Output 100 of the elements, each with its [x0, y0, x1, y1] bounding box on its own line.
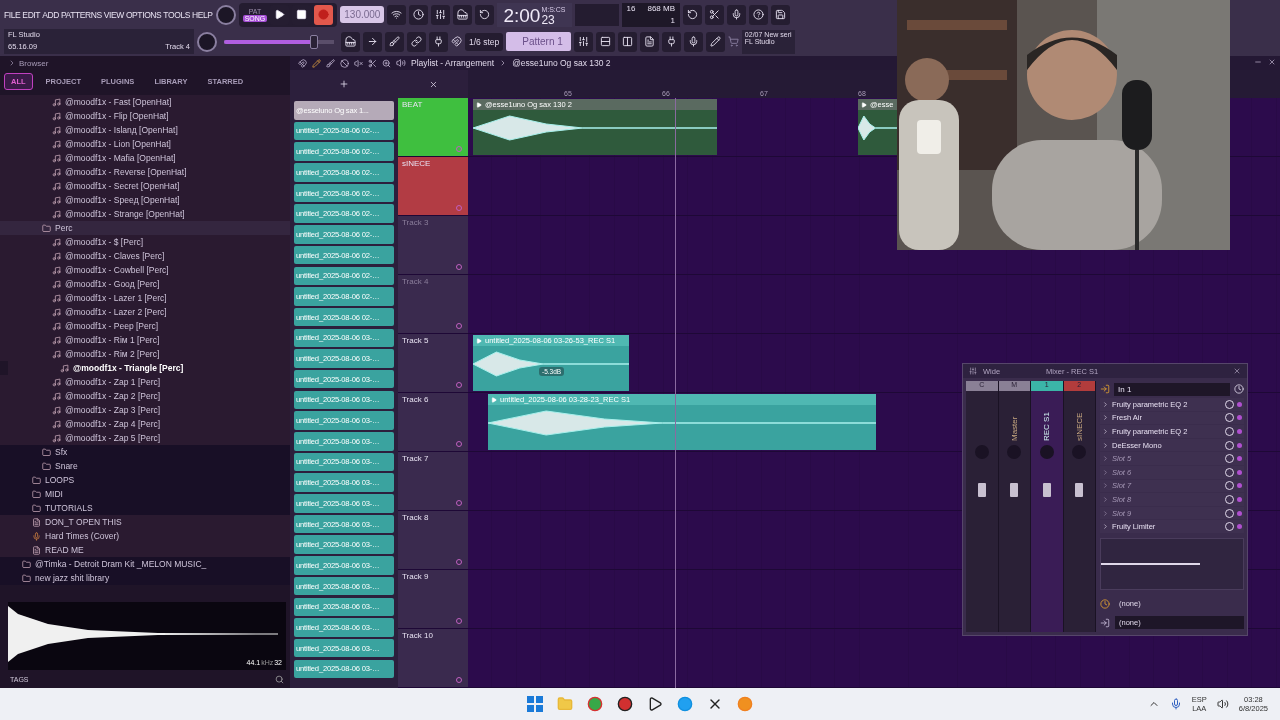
undo-button[interactable]	[683, 4, 702, 25]
toolbar-button[interactable]	[683, 31, 703, 52]
browser-entry[interactable]: @moodf1x - Secret [OpenHat]	[0, 179, 290, 193]
browser-entry[interactable]: @moodf1x - Mafia [OpenHat]	[0, 151, 290, 165]
browser-entry[interactable]: @moodf1x - Lion [OpenHat]	[0, 137, 290, 151]
browser-entry[interactable]: @moodf1x - Strange [OpenHat]	[0, 207, 290, 221]
toolbar-button[interactable]	[639, 31, 659, 52]
toolbar-button[interactable]	[573, 31, 593, 52]
menu-item[interactable]: VIEW	[103, 9, 124, 20]
close-icon[interactable]	[428, 79, 438, 89]
clock-icon[interactable]	[1100, 598, 1110, 609]
toolbar-button[interactable]	[387, 4, 407, 25]
slider-thumb[interactable]	[309, 34, 318, 49]
folder-row[interactable]: @Timka - Detroit Dram Kit _MELON MUSIC_	[0, 557, 290, 571]
cart-icon[interactable]	[727, 36, 739, 47]
folder-row[interactable]: new jazz shit library	[0, 571, 290, 585]
volume-fader[interactable]	[977, 483, 986, 497]
toolbar-button[interactable]	[409, 4, 429, 25]
scissors-icon[interactable]	[368, 58, 377, 68]
toolbar-button[interactable]	[475, 4, 495, 25]
toolbar-button[interactable]	[431, 4, 451, 25]
cut-button[interactable]	[705, 4, 724, 25]
browser-entry[interactable]: Hard Times (Cover)	[0, 529, 290, 543]
slot-dot[interactable]	[1237, 469, 1242, 475]
toolbar-button[interactable]	[407, 31, 426, 52]
toolbar-button[interactable]	[385, 31, 404, 52]
add-icon[interactable]	[339, 79, 349, 89]
browser-entry[interactable]: @moodf1x - Peep [Perc]	[0, 319, 290, 333]
toolbar-button[interactable]	[595, 31, 615, 52]
browser-entry[interactable]: @moodf1x - Fast [OpenHat]	[0, 95, 290, 109]
browser-entry[interactable]: DON_T OPEN THIS	[0, 515, 290, 529]
volume-fader[interactable]	[1075, 483, 1084, 497]
slot-dot[interactable]	[1237, 442, 1242, 448]
search-icon[interactable]	[275, 674, 284, 684]
slot-dot[interactable]	[1237, 483, 1242, 489]
folder-row[interactable]: Sfx	[0, 445, 290, 459]
volume-fader[interactable]	[1010, 483, 1019, 497]
record-button[interactable]	[314, 4, 334, 25]
track-header[interactable]: Track 5	[398, 334, 468, 392]
menu-item[interactable]: PATTERNS	[60, 9, 102, 20]
slot-dot[interactable]	[1237, 510, 1242, 516]
save-button[interactable]	[771, 4, 790, 25]
browser-entry[interactable]: @moodf1x - Lazer 2 [Perc]	[0, 305, 290, 319]
sliders-icon[interactable]	[969, 367, 977, 375]
menu-item[interactable]: TOOLS	[163, 9, 191, 20]
close-icon[interactable]	[1233, 367, 1241, 375]
menu-item[interactable]: FILE	[4, 9, 21, 20]
folder-row[interactable]: Snare	[0, 459, 290, 473]
mic-button[interactable]	[727, 4, 746, 25]
slot-dot[interactable]	[1237, 415, 1242, 421]
browser-entry[interactable]: @moodf1x - Rім 2 [Perc]	[0, 347, 290, 361]
ban-icon[interactable]	[340, 58, 349, 68]
slot-dot[interactable]	[1237, 429, 1242, 434]
toolbar-button[interactable]	[453, 4, 473, 25]
slot-dot[interactable]	[1237, 524, 1242, 530]
browser-entry[interactable]: @moodf1x - Flip [OpenHat]	[0, 109, 290, 123]
magnet-icon[interactable]	[451, 36, 462, 47]
windows-icon[interactable]	[525, 694, 545, 714]
mute-icon[interactable]	[354, 58, 363, 68]
menu-item[interactable]: EDIT	[22, 9, 41, 20]
pencil-icon[interactable]	[312, 58, 321, 68]
toolbar-button[interactable]	[617, 31, 637, 52]
browser-entry[interactable]: @moodf1x - Speeд [OpenHat]	[0, 193, 290, 207]
zoom-icon[interactable]	[382, 58, 391, 68]
browser-entry[interactable]: @moodf1x - Zap 4 [Perc]	[0, 417, 290, 431]
browser-entry[interactable]: @moodf1x - Gooд [Perc]	[0, 277, 290, 291]
pattern-selector[interactable]: Pattern 1	[506, 32, 571, 51]
speaker-icon[interactable]	[396, 58, 406, 68]
slot-dot[interactable]	[1237, 456, 1242, 462]
input-selector[interactable]: In 1	[1114, 382, 1230, 396]
snap-selector[interactable]: 1/6 step	[465, 32, 504, 51]
browser-entry[interactable]: READ ME	[0, 543, 290, 557]
clock-icon[interactable]	[1234, 384, 1244, 394]
toolbar-button[interactable]	[705, 31, 725, 52]
close-icon[interactable]	[1268, 58, 1276, 66]
browser-entry[interactable]: @moodf1x - Reverse [OpenHat]	[0, 165, 290, 179]
browser-entry[interactable]: @moodf1x - Claves [Perc]	[0, 249, 290, 263]
track-header[interactable]: sINECE	[398, 157, 468, 215]
volume-fader[interactable]	[1042, 483, 1051, 497]
input-icon[interactable]	[1100, 384, 1110, 394]
app-icon[interactable]	[615, 694, 635, 714]
speaker-icon[interactable]	[1216, 698, 1229, 710]
knob[interactable]	[197, 31, 217, 52]
browser-entry[interactable]: @moodf1x - Zap 5 [Perc]	[0, 431, 290, 445]
slot-dot[interactable]	[1237, 401, 1242, 407]
toolbar-button[interactable]	[661, 31, 681, 52]
menu-item[interactable]: HELP	[192, 9, 213, 20]
browser-entry[interactable]: @moodf1x - Rім 1 [Perc]	[0, 333, 290, 347]
track-header[interactable]: Track 4	[398, 275, 468, 333]
mic-icon[interactable]	[1169, 698, 1182, 710]
browser-entry[interactable]: @moodf1x - Zap 1 [Perc]	[0, 375, 290, 389]
folder-row[interactable]: LOOPS	[0, 473, 290, 487]
track-header[interactable]: Track 7	[398, 452, 468, 510]
browser-entry[interactable]: @moodf1x - Triangle [Perc]	[8, 361, 290, 375]
slot-dot[interactable]	[1237, 496, 1242, 502]
track-header[interactable]: Track 9	[398, 570, 468, 628]
magnet-icon[interactable]	[298, 58, 307, 68]
browser-entry[interactable]: @moodf1x - Zap 2 [Perc]	[0, 389, 290, 403]
browser-entry[interactable]: @moodf1x - Lazer 1 [Perc]	[0, 291, 290, 305]
menu-item[interactable]: OPTIONS	[125, 9, 162, 20]
